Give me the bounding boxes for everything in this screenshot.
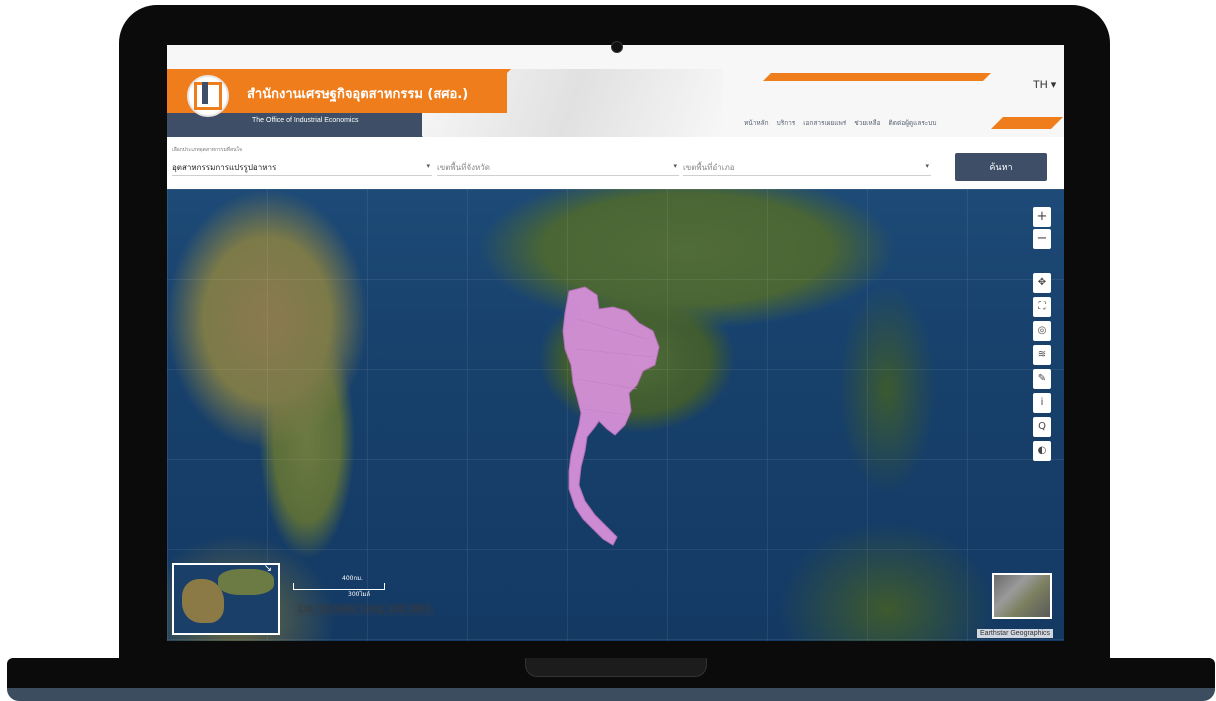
cursor-coordinates: Lat: 25.5688; Long: 132.1862 [295, 603, 434, 616]
map-canvas[interactable]: + − ✥ ⛶ ◎ ≋ ✎ i Q ◐ ↘ 400กม. 300ไมล์ Lat… [167, 189, 1064, 641]
chevron-down-icon: ▾ [673, 162, 677, 170]
thailand-region [562, 286, 660, 546]
district-select[interactable]: เขตพื้นที่อำเภอ ▾ [683, 159, 931, 176]
scale-line [293, 583, 385, 590]
province-select[interactable]: เขตพื้นที่จังหวัด ▾ [437, 159, 679, 176]
pan-icon[interactable]: ✥ [1033, 273, 1051, 293]
full-extent-icon[interactable]: ⛶ [1033, 297, 1051, 317]
laptop-base-shadow [7, 688, 1215, 701]
layers-icon[interactable]: ≋ [1033, 345, 1051, 365]
zoom-out-button[interactable]: − [1033, 229, 1051, 249]
nav-publications[interactable]: เอกสารเผยแพร่ [803, 118, 846, 128]
webcam [611, 41, 623, 53]
locate-icon[interactable]: ◎ [1033, 321, 1051, 341]
chevron-down-icon: ▾ [426, 162, 430, 170]
header-orange-tail [467, 69, 511, 113]
nav-help[interactable]: ช่วยเหลือ [854, 118, 880, 128]
site-header: สำนักงานเศรษฐกิจอุตสาหกรรม (สศอ.) The Of… [167, 45, 1064, 137]
swipe-compare-icon[interactable]: ◐ [1033, 441, 1051, 461]
district-placeholder: เขตพื้นที่อำเภอ [683, 163, 735, 172]
scale-mi: 300ไมล์ [348, 591, 371, 598]
oie-logo[interactable] [187, 75, 229, 117]
zoom-in-button[interactable]: + [1033, 207, 1051, 227]
collapse-overview-icon[interactable]: ↘ [262, 563, 274, 575]
measure-icon[interactable]: ✎ [1033, 369, 1051, 389]
search-map-icon[interactable]: Q [1033, 417, 1051, 437]
header-dark-tail [397, 113, 423, 137]
zoom-controls: + − [1033, 207, 1051, 249]
browser-screen: สำนักงานเศรษฐกิจอุตสาหกรรม (สศอ.) The Of… [167, 45, 1064, 641]
nav-contact-admin[interactable]: ติดต่อผู้ดูแลระบบ [889, 118, 937, 128]
industry-label: เลือกประเภทอุตสาหกรรมที่สนใจ [172, 147, 242, 153]
scale-bar: 400กม. 300ไมล์ [293, 573, 393, 598]
industry-select[interactable]: อุตสาหกรรมการแปรรูปอาหาร ▾ [172, 159, 432, 176]
basemap-switcher[interactable] [992, 573, 1052, 619]
map-toolbar: ✥ ⛶ ◎ ≋ ✎ i Q ◐ [1033, 273, 1051, 461]
header-decor-stripe [763, 73, 991, 81]
main-nav: หน้าหลัก บริการ เอกสารเผยแพร่ ช่วยเหลือ … [744, 118, 937, 128]
search-button[interactable]: ค้นหา [955, 153, 1047, 181]
chevron-down-icon: ▾ [925, 162, 929, 170]
site-title-th: สำนักงานเศรษฐกิจอุตสาหกรรม (สศอ.) [247, 87, 469, 102]
filter-bar: เลือกประเภทอุตสาหกรรมที่สนใจ อุตสาหกรรมก… [167, 137, 1064, 189]
info-icon[interactable]: i [1033, 393, 1051, 413]
site-title-en: The Office of Industrial Economics [252, 117, 359, 124]
province-placeholder: เขตพื้นที่จังหวัด [437, 163, 490, 172]
nav-services[interactable]: บริการ [777, 118, 796, 128]
laptop-hinge-notch [525, 658, 707, 677]
scale-km: 400กม. [342, 575, 363, 582]
language-selector[interactable]: TH ▾ [1033, 78, 1056, 91]
map-attribution: Earthstar Geographics [977, 629, 1054, 638]
header-decor-stripe-2 [991, 117, 1063, 129]
nav-home[interactable]: หน้าหลัก [744, 118, 769, 128]
industry-value: อุตสาหกรรมการแปรรูปอาหาร [172, 163, 277, 172]
